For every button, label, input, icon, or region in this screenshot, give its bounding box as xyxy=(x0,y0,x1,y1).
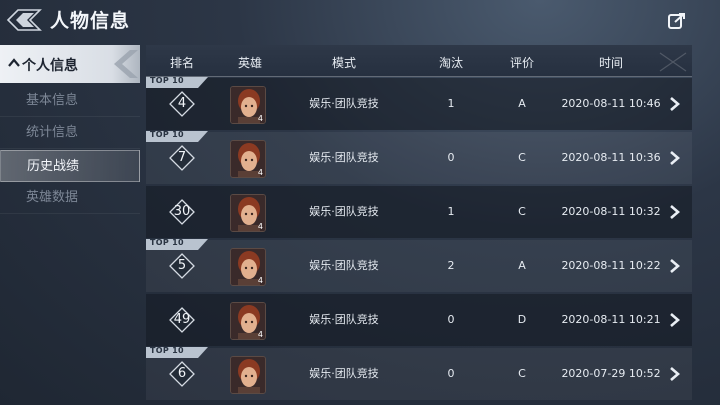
chevron-right-icon[interactable] xyxy=(668,204,682,220)
mode-cell: 娱乐·团队竞技 xyxy=(309,97,379,110)
hero-avatar: 4 xyxy=(230,302,266,340)
hero-level: 4 xyxy=(257,114,263,123)
sidebar-item-hero-data[interactable]: 英雄数据 xyxy=(0,182,140,214)
time-cell: 2020-08-11 10:32 xyxy=(561,205,661,218)
hero-level: 4 xyxy=(257,222,263,231)
chevron-right-icon[interactable] xyxy=(668,366,682,382)
exit-icon[interactable] xyxy=(666,10,688,32)
chevron-right-icon[interactable] xyxy=(668,96,682,112)
page-title: 人物信息 xyxy=(50,10,131,32)
rank-badge: 7 xyxy=(168,141,196,175)
time-cell: 2020-07-29 10:52 xyxy=(561,367,661,380)
sidebar-section-personal-info[interactable]: 个人信息 xyxy=(0,45,140,83)
eliminations-cell: 2 xyxy=(447,259,455,272)
table-row[interactable]: 30 4 娱乐·团队竞技 1 C 2020-08-11 10:32 xyxy=(146,186,692,238)
rating-cell: C xyxy=(518,151,526,164)
column-header-time: 时间 xyxy=(598,56,624,70)
time-cell: 2020-08-11 10:22 xyxy=(561,259,661,272)
time-cell: 2020-08-11 10:36 xyxy=(561,151,661,164)
match-history-table: 排名 英雄 模式 淘汰 评价 时间 TOP 10 4 4 娱乐·团队竞技 1 A… xyxy=(146,45,692,405)
hero-avatar xyxy=(230,356,266,394)
rank-badge: 49 xyxy=(168,303,196,337)
rank-value: 49 xyxy=(173,312,191,327)
chevron-right-icon[interactable] xyxy=(668,150,682,166)
eliminations-cell: 0 xyxy=(447,367,455,380)
column-header-hero: 英雄 xyxy=(237,56,263,70)
rating-cell: A xyxy=(518,259,526,272)
rank-value: 6 xyxy=(177,366,187,381)
eliminations-cell: 1 xyxy=(447,205,455,218)
hero-level: 4 xyxy=(257,276,263,285)
hero-avatar: 4 xyxy=(230,140,266,178)
diamond-logo-icon xyxy=(6,9,42,31)
rank-badge: 4 xyxy=(168,87,196,121)
caret-up-icon xyxy=(8,58,20,67)
rank-badge: 5 xyxy=(168,249,196,283)
rank-value: 4 xyxy=(177,96,187,111)
rank-value: 7 xyxy=(177,150,187,165)
header-deco-icon xyxy=(659,52,687,72)
table-row[interactable]: TOP 10 5 4 娱乐·团队竞技 2 A 2020-08-11 10:22 xyxy=(146,238,692,292)
rating-cell: C xyxy=(518,205,526,218)
rating-cell: C xyxy=(518,367,526,380)
eliminations-cell: 0 xyxy=(447,151,455,164)
table-row[interactable]: 49 4 娱乐·团队竞技 0 D 2020-08-11 10:21 xyxy=(146,294,692,346)
mode-cell: 娱乐·团队竞技 xyxy=(309,367,379,380)
hero-avatar: 4 xyxy=(230,248,266,286)
section-deco-icon xyxy=(114,50,138,78)
hero-level: 4 xyxy=(257,330,263,339)
table-row[interactable]: TOP 10 4 4 娱乐·团队竞技 1 A 2020-08-11 10:46 xyxy=(146,76,692,130)
eliminations-cell: 0 xyxy=(447,313,455,326)
rank-value: 5 xyxy=(177,258,187,273)
chevron-right-icon[interactable] xyxy=(668,258,682,274)
sidebar-item-basic-info[interactable]: 基本信息 xyxy=(0,85,140,117)
mode-cell: 娱乐·团队竞技 xyxy=(309,313,379,326)
mode-cell: 娱乐·团队竞技 xyxy=(309,205,379,218)
table-row[interactable]: TOP 10 7 4 娱乐·团队竞技 0 C 2020-08-11 10:36 xyxy=(146,130,692,184)
table-header: 排名 英雄 模式 淘汰 评价 时间 xyxy=(146,45,692,77)
sidebar: 个人信息 基本信息 统计信息 历史战绩 英雄数据 xyxy=(0,45,142,405)
chevron-right-icon[interactable] xyxy=(668,312,682,328)
table-row[interactable]: TOP 10 6 娱乐·团队竞技 0 C 2020-07-29 10:52 xyxy=(146,346,692,400)
sidebar-item-stats[interactable]: 统计信息 xyxy=(0,117,140,149)
hero-avatar: 4 xyxy=(230,86,266,124)
rating-cell: A xyxy=(518,97,526,110)
sidebar-section-label: 个人信息 xyxy=(22,58,78,74)
mode-cell: 娱乐·团队竞技 xyxy=(309,259,379,272)
rank-value: 30 xyxy=(173,204,191,219)
sidebar-item-match-history[interactable]: 历史战绩 xyxy=(0,150,140,182)
column-header-eliminations: 淘汰 xyxy=(438,56,464,70)
rank-badge: 30 xyxy=(168,195,196,229)
hero-level: 4 xyxy=(257,168,263,177)
column-header-rating: 评价 xyxy=(509,56,535,70)
hero-portrait-icon xyxy=(231,357,265,393)
time-cell: 2020-08-11 10:46 xyxy=(561,97,661,110)
time-cell: 2020-08-11 10:21 xyxy=(561,313,661,326)
mode-cell: 娱乐·团队竞技 xyxy=(309,151,379,164)
rank-badge: 6 xyxy=(168,357,196,391)
column-header-rank: 排名 xyxy=(169,56,195,70)
top-bar: 人物信息 xyxy=(0,0,720,40)
column-header-mode: 模式 xyxy=(331,56,357,70)
eliminations-cell: 1 xyxy=(447,97,455,110)
rating-cell: D xyxy=(517,313,527,326)
hero-avatar: 4 xyxy=(230,194,266,232)
